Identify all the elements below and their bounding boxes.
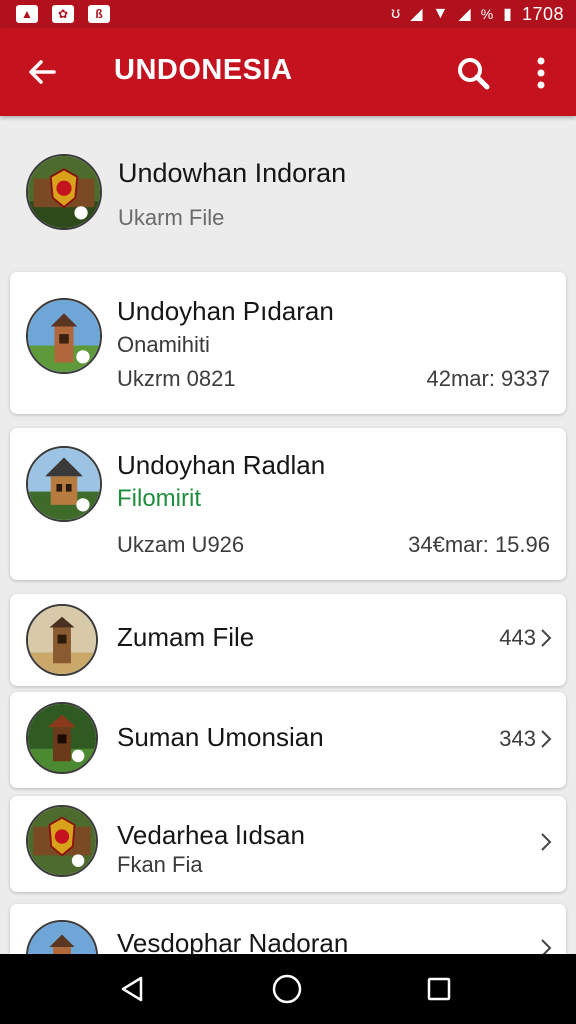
- item-title: Undoyhan Radlan: [117, 450, 326, 480]
- settings-notification-icon: ✿: [52, 5, 74, 23]
- nav-home-button[interactable]: [269, 971, 305, 1007]
- triangle-back-icon: [121, 976, 143, 1002]
- item-count: 443: [499, 625, 552, 651]
- signal-icon: ◢: [410, 6, 423, 23]
- list-item[interactable]: Zumam File 443: [10, 594, 566, 686]
- header-subtitle: Ukarm File: [118, 205, 225, 230]
- item-value: 42mar: 9337: [426, 366, 550, 391]
- item-meta: Ukzam U926: [117, 532, 245, 557]
- item-title: Undoyhan Pıdaran: [117, 296, 334, 326]
- item-count-value: 443: [499, 625, 536, 650]
- item-count-value: 343: [499, 726, 536, 751]
- item-title: Suman Umonsian: [117, 722, 324, 752]
- header-item[interactable]: Undowhan Indoran Ukarm File: [0, 116, 576, 266]
- emblem-avatar: [26, 154, 102, 230]
- search-button[interactable]: [452, 52, 494, 94]
- notification-icons: ▲ ✿ ß: [16, 5, 110, 23]
- search-icon: [458, 58, 490, 90]
- back-button[interactable]: [22, 52, 62, 92]
- chevron-right-icon: [541, 629, 552, 647]
- battery-icon: ▮: [503, 6, 512, 23]
- more-options-button[interactable]: [524, 52, 558, 94]
- cell-signal-icon: ◢: [458, 6, 471, 23]
- battery-percent: %: [480, 6, 494, 22]
- image-notification-icon: ▲: [16, 5, 38, 23]
- list-item[interactable]: Undoyhan Pıdaran Onamihiti Ukzrm 0821 42…: [10, 272, 566, 414]
- app-notification-icon: ß: [88, 5, 110, 23]
- item-title: Vedarhea lıdsan: [117, 820, 305, 850]
- pagoda-avatar: [26, 446, 102, 522]
- page-title: UNDONESIA: [114, 54, 293, 86]
- item-subtitle: Fkan Fia: [117, 852, 203, 877]
- header-title: Undowhan Indoran: [118, 158, 347, 188]
- item-value: 34€mar: 15.96: [408, 532, 550, 557]
- item-status: Filomirit: [117, 485, 201, 512]
- more-vert-icon: [537, 57, 545, 89]
- item-count: 343: [499, 726, 552, 752]
- item-title: Zumam File: [117, 622, 255, 652]
- circle-home-icon: [272, 974, 302, 1004]
- navigation-bar: [0, 954, 576, 1024]
- chevron-right-icon: [541, 730, 552, 748]
- list-item[interactable]: Suman Umonsian 343: [10, 692, 566, 788]
- chevron-right-icon: [541, 833, 552, 851]
- nav-back-button[interactable]: [114, 971, 150, 1007]
- pagoda-avatar: [26, 702, 98, 774]
- tower-avatar: [26, 604, 98, 676]
- item-chevron: [540, 832, 552, 852]
- item-subtitle: Onamihiti: [117, 332, 210, 357]
- system-icons: ʊ ◢ ▼ ◢ % ▮ 1708: [391, 4, 564, 25]
- clock: 1708: [521, 3, 564, 24]
- app-bar: UNDONESIA: [0, 28, 576, 116]
- square-recents-icon: [427, 977, 451, 1001]
- back-arrow-icon: [29, 60, 56, 84]
- list-item[interactable]: Vedarhea lıdsan Fkan Fia: [10, 796, 566, 892]
- item-meta: Ukzrm 0821: [117, 366, 236, 391]
- vibrate-icon: ʊ: [391, 5, 401, 22]
- nav-recents-button[interactable]: [421, 971, 457, 1007]
- list-item[interactable]: Undoyhan Radlan Filomirit Ukzam U926 34€…: [10, 428, 566, 580]
- status-bar: ▲ ✿ ß ʊ ◢ ▼ ◢ % ▮ 1708: [0, 0, 576, 28]
- wifi-icon: ▼: [432, 5, 449, 22]
- emblem-avatar: [26, 805, 98, 877]
- tower-avatar: [26, 298, 102, 374]
